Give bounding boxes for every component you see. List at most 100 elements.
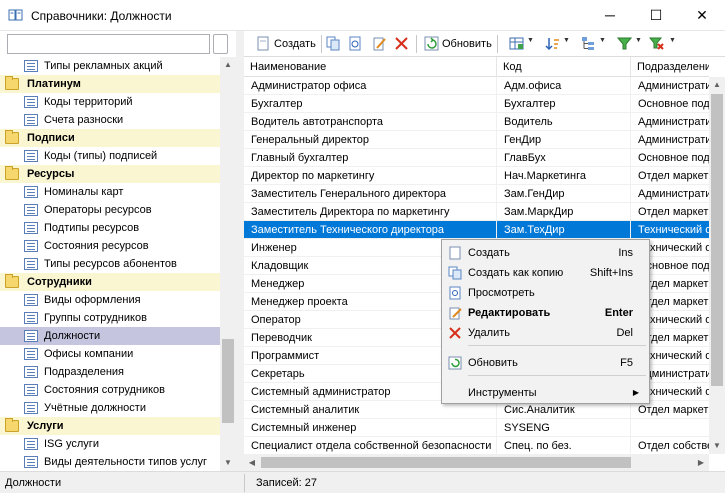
- cell-name: Генеральный директор: [244, 131, 497, 149]
- grid-scroll-thumb[interactable]: [711, 94, 723, 386]
- search-input[interactable]: [7, 34, 210, 54]
- tree-item[interactable]: Коды (типы) подписей: [0, 147, 220, 165]
- tree-item[interactable]: Типы рекламных акций: [0, 57, 220, 75]
- copy-document-icon: [448, 266, 462, 280]
- context-menu-item[interactable]: Редактировать Enter: [444, 303, 647, 323]
- context-menu-item[interactable]: Просмотреть: [444, 283, 647, 303]
- table-row[interactable]: Бухгалтер Бухгалтер Основное под: [244, 95, 709, 113]
- search-options-button[interactable]: [213, 34, 228, 54]
- document-icon: [24, 366, 38, 378]
- tree-item[interactable]: Счета разноски: [0, 111, 220, 129]
- sort-icon[interactable]: [545, 36, 560, 51]
- tree-item[interactable]: Группы сотрудников: [0, 309, 220, 327]
- copy-document-icon[interactable]: [326, 36, 341, 51]
- table-columns-icon[interactable]: [509, 36, 524, 51]
- chevron-down-icon[interactable]: ▼: [635, 37, 642, 44]
- splitter[interactable]: [236, 31, 244, 471]
- tree-item[interactable]: Виды деятельности типов услуг: [0, 453, 220, 471]
- tree-item[interactable]: Операторы ресурсов: [0, 201, 220, 219]
- context-menu-item[interactable]: Удалить Del: [444, 323, 647, 343]
- scroll-up-arrow-icon[interactable]: ▲: [220, 57, 236, 73]
- document-icon: [24, 456, 38, 468]
- table-row[interactable]: Системный инженер SYSENG: [244, 419, 709, 437]
- column-header-name[interactable]: Наименование: [244, 57, 497, 77]
- tree-item[interactable]: ISG услуги: [0, 435, 220, 453]
- column-header-department[interactable]: Подразделение: [631, 57, 709, 77]
- table-row[interactable]: Главный бухгалтер ГлавБух Основное под: [244, 149, 709, 167]
- chevron-down-icon[interactable]: ▼: [527, 37, 534, 44]
- refresh-icon[interactable]: [424, 36, 439, 51]
- tree-item[interactable]: Подтипы ресурсов: [0, 219, 220, 237]
- scroll-right-arrow-icon[interactable]: ▶: [693, 454, 709, 471]
- menu-separator: [468, 345, 646, 346]
- tree-item[interactable]: Офисы компании: [0, 345, 220, 363]
- tree-item[interactable]: Коды территорий: [0, 93, 220, 111]
- table-row[interactable]: Директор по маркетингу Нач.Маркетинга Отде…: [244, 167, 709, 185]
- table-row[interactable]: Заместитель Директора по маркетингу Зам.М…: [244, 203, 709, 221]
- grid-vertical-scrollbar[interactable]: ▲ ▼: [709, 77, 725, 454]
- maximize-button[interactable]: ☐: [633, 0, 679, 31]
- tree-item[interactable]: Должности: [0, 327, 220, 345]
- context-menu-label: Создать: [468, 247, 510, 259]
- tree-label: Коды (типы) подписей: [44, 150, 158, 162]
- cell-name: Директор по маркетингу: [244, 167, 497, 185]
- scroll-down-arrow-icon[interactable]: ▼: [220, 455, 236, 471]
- directory-tree: Типы рекламных акций Платинум Коды террито…: [0, 57, 220, 471]
- chevron-down-icon[interactable]: ▼: [563, 37, 570, 44]
- context-menu-item[interactable]: Инструменты ▶: [444, 383, 647, 403]
- table-row[interactable]: Генеральный директор ГенДир Администрати: [244, 131, 709, 149]
- table-row[interactable]: Заместитель Генерального директора Зам.Ге…: [244, 185, 709, 203]
- sidebar-scrollbar[interactable]: ▲ ▼: [220, 57, 236, 471]
- tree-label: Состояния сотрудников: [44, 384, 165, 396]
- sidebar-scroll-thumb[interactable]: [222, 339, 234, 423]
- context-menu-label: Обновить: [468, 357, 518, 369]
- document-icon: [24, 240, 38, 252]
- tree-item[interactable]: Типы ресурсов абонентов: [0, 255, 220, 273]
- tree-group[interactable]: Платинум: [0, 75, 220, 93]
- create-button[interactable]: Создать: [274, 35, 316, 53]
- tree-item[interactable]: Учётные должности: [0, 399, 220, 417]
- tree-group[interactable]: Подписи: [0, 129, 220, 147]
- tree-item[interactable]: Виды оформления: [0, 291, 220, 309]
- scroll-down-arrow-icon[interactable]: ▼: [709, 438, 725, 454]
- edit-pencil-icon[interactable]: [372, 36, 387, 51]
- context-menu-item[interactable]: Создать как копию Shift+Ins: [444, 263, 647, 283]
- tree-group[interactable]: Сотрудники: [0, 273, 220, 291]
- grid-horizontal-scrollbar[interactable]: ◀ ▶: [244, 454, 709, 471]
- table-row[interactable]: Специалист отдела собственной безопаснос…: [244, 437, 709, 454]
- view-document-icon[interactable]: [348, 36, 363, 51]
- status-bar: Должности Записей: 27: [0, 471, 725, 493]
- clear-filter-icon[interactable]: [649, 36, 664, 51]
- document-icon: [24, 294, 38, 306]
- grid-hscroll-thumb[interactable]: [261, 457, 631, 468]
- context-menu-shortcut: Enter: [604, 307, 633, 319]
- tree-item[interactable]: Подразделения: [0, 363, 220, 381]
- tree-item[interactable]: Состояния сотрудников: [0, 381, 220, 399]
- delete-x-icon[interactable]: [394, 36, 409, 51]
- table-row[interactable]: Администратор офиса Адм.офиса Администрати: [244, 77, 709, 95]
- close-button[interactable]: ✕: [679, 0, 725, 31]
- tree-item[interactable]: Состояния ресурсов: [0, 237, 220, 255]
- chevron-down-icon[interactable]: ▼: [599, 37, 606, 44]
- table-row[interactable]: Заместитель Технического директора Зам.Те…: [244, 221, 709, 239]
- cell-department: Администрати: [631, 185, 709, 203]
- table-row[interactable]: Водитель автотранспорта Водитель Администр…: [244, 113, 709, 131]
- context-menu-item[interactable]: Обновить F5: [444, 353, 647, 373]
- context-menu: Создать Ins Создать как копию Shift+Ins Прос…: [441, 239, 650, 404]
- document-icon: [24, 114, 38, 126]
- new-document-icon[interactable]: [256, 36, 271, 51]
- toolbar-separator: [416, 35, 417, 53]
- minimize-button[interactable]: ─: [587, 0, 633, 31]
- scroll-up-arrow-icon[interactable]: ▲: [709, 77, 725, 93]
- tree-item[interactable]: Номиналы карт: [0, 183, 220, 201]
- tree-group[interactable]: Ресурсы: [0, 165, 220, 183]
- hierarchy-icon[interactable]: [581, 36, 596, 51]
- tree-label: ISG услуги: [44, 438, 99, 450]
- chevron-down-icon[interactable]: ▼: [669, 37, 676, 44]
- scroll-left-arrow-icon[interactable]: ◀: [244, 454, 260, 471]
- column-header-code[interactable]: Код: [497, 57, 631, 77]
- tree-group[interactable]: Услуги: [0, 417, 220, 435]
- context-menu-item[interactable]: Создать Ins: [444, 243, 647, 263]
- refresh-button[interactable]: Обновить: [442, 35, 492, 53]
- filter-icon[interactable]: [617, 36, 632, 51]
